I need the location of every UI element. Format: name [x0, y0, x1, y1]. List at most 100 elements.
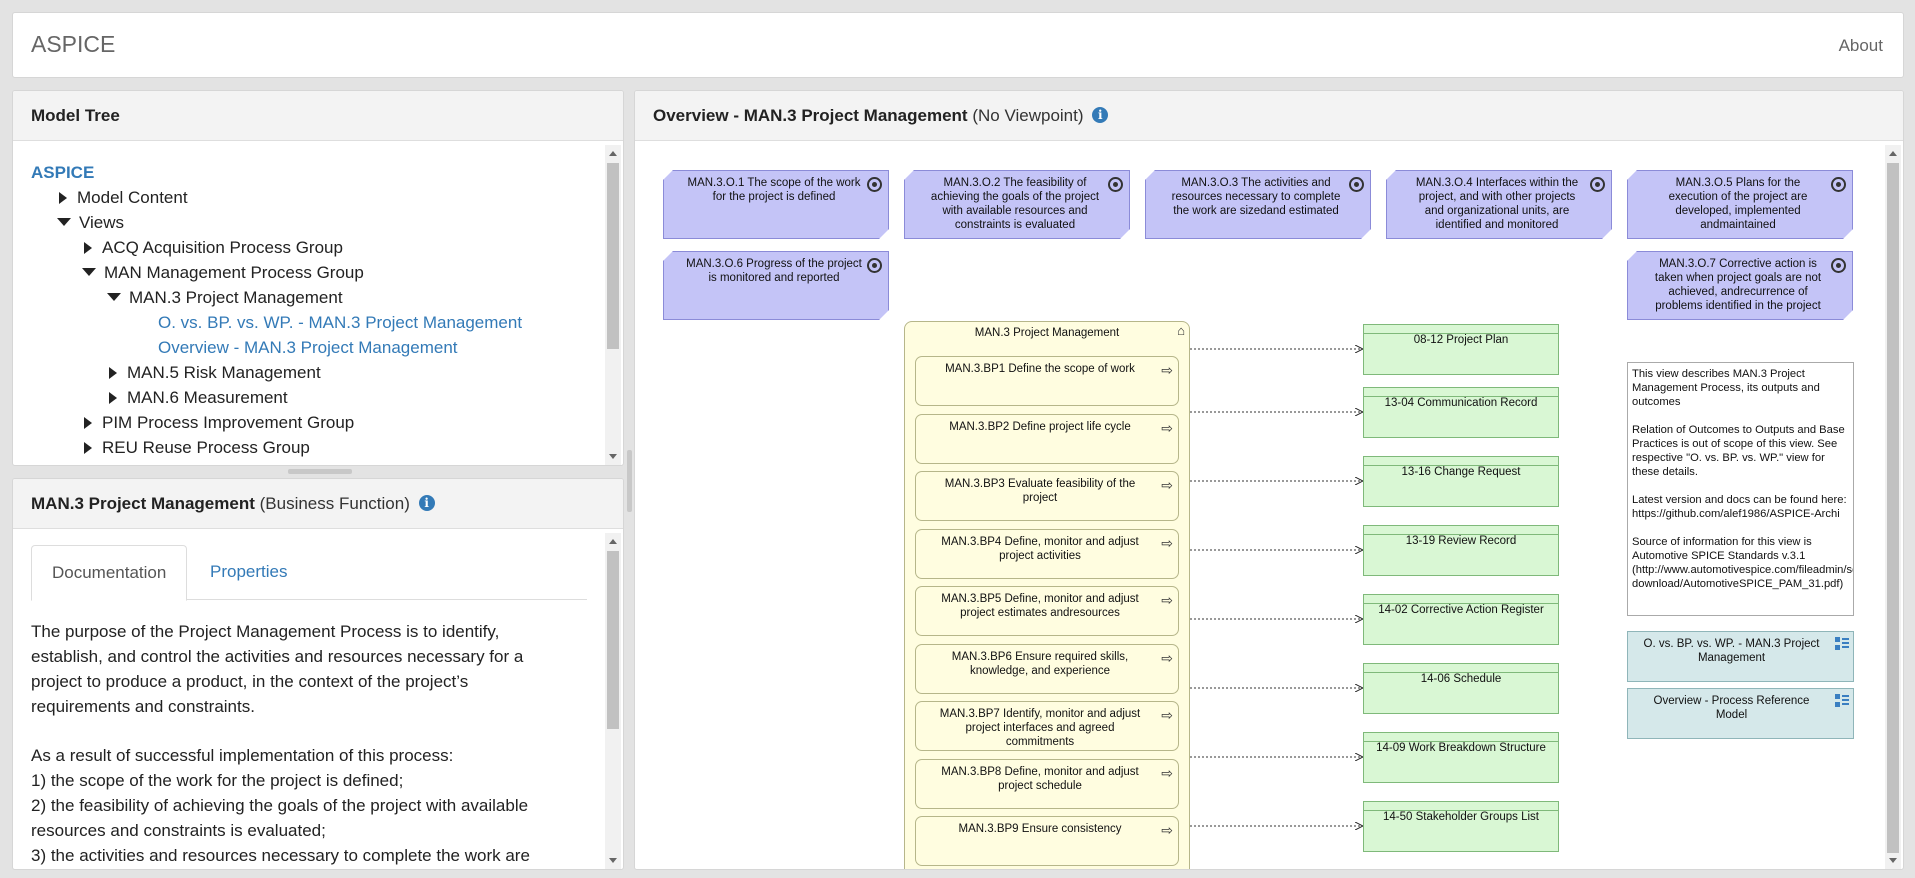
expand-caret-icon[interactable]	[109, 367, 117, 379]
base-practice-box[interactable]: MAN.3.BP5 Define, monitor and adjust pro…	[915, 586, 1179, 636]
tree-item-o-vs-bp-view[interactable]: O. vs. BP. vs. WP. - MAN.3 Project Manag…	[158, 310, 522, 335]
base-practice-box[interactable]: MAN.3.BP1 Define the scope of work ⇨	[915, 356, 1179, 406]
model-tree-scrollbar[interactable]	[605, 145, 621, 465]
process-arrow-icon: ⇨	[1161, 592, 1173, 608]
outcome-label: MAN.3.O.2 The feasibility of achieving t…	[930, 177, 1100, 231]
tree-item-man[interactable]: MAN Management Process Group	[82, 260, 364, 285]
expand-caret-icon[interactable]	[59, 192, 67, 204]
collapse-caret-icon[interactable]	[82, 268, 96, 276]
tree-item-man5[interactable]: MAN.5 Risk Management	[109, 360, 321, 385]
scroll-up-icon[interactable]	[609, 151, 617, 156]
work-product-box[interactable]: 14-06 Schedule	[1363, 663, 1559, 714]
work-product-box[interactable]: 13-16 Change Request	[1363, 456, 1559, 507]
scroll-thumb[interactable]	[607, 551, 619, 729]
base-practice-box[interactable]: MAN.3.BP3 Evaluate feasibility of the pr…	[915, 471, 1179, 521]
column-resize-handle[interactable]	[627, 450, 632, 512]
doc-line: 1) the scope of the work for the project…	[31, 771, 404, 790]
tree-item-label[interactable]: Model Content	[77, 188, 188, 207]
expand-caret-icon[interactable]	[109, 392, 117, 404]
scroll-down-icon[interactable]	[609, 454, 617, 459]
base-practice-label: MAN.3.BP6 Ensure required skills, knowle…	[951, 651, 1129, 677]
tree-item-label[interactable]: MAN Management Process Group	[104, 263, 364, 282]
about-link[interactable]: About	[1839, 36, 1883, 56]
tree-item-overview-view[interactable]: Overview - MAN.3 Project Management	[158, 335, 458, 360]
outcome-box[interactable]: MAN.3.O.7 Corrective action is taken whe…	[1627, 251, 1853, 320]
element-tabs: Documentation Properties	[31, 545, 587, 601]
tree-item-label[interactable]: MAN.3 Project Management	[129, 288, 343, 307]
tree-item-label[interactable]: O. vs. BP. vs. WP. - MAN.3 Project Manag…	[158, 313, 522, 332]
outcome-box[interactable]: MAN.3.O.5 Plans for the execution of the…	[1627, 170, 1853, 239]
tree-item-man3[interactable]: MAN.3 Project Management	[107, 285, 343, 310]
tree-item-pim[interactable]: PIM Process Improvement Group	[84, 410, 354, 435]
outcome-box[interactable]: MAN.3.O.2 The feasibility of achieving t…	[904, 170, 1130, 239]
process-arrow-icon: ⇨	[1161, 420, 1173, 436]
scroll-down-icon[interactable]	[1889, 858, 1897, 863]
scroll-up-icon[interactable]	[609, 539, 617, 544]
tab-documentation[interactable]: Documentation	[31, 545, 188, 601]
tree-item-views[interactable]: Views	[57, 210, 124, 235]
documentation-scrollbar[interactable]	[605, 533, 621, 869]
process-arrow-icon: ⇨	[1161, 477, 1173, 493]
base-practice-box[interactable]: MAN.3.BP8 Define, monitor and adjust pro…	[915, 759, 1179, 809]
diagram-canvas: MAN.3.O.1 The scope of the work for the …	[635, 142, 1885, 869]
outcome-box[interactable]: MAN.3.O.3 The activities and resources n…	[1145, 170, 1371, 239]
expand-caret-icon[interactable]	[84, 417, 92, 429]
outcome-box[interactable]: MAN.3.O.4 Interfaces within the project,…	[1386, 170, 1612, 239]
base-practice-box[interactable]: MAN.3.BP2 Define project life cycle ⇨	[915, 414, 1179, 464]
base-practice-box[interactable]: MAN.3.BP7 Identify, monitor and adjust p…	[915, 701, 1179, 751]
scroll-thumb[interactable]	[1887, 163, 1899, 853]
base-practice-label: MAN.3.BP3 Evaluate feasibility of the pr…	[944, 478, 1136, 504]
tree-item-label[interactable]: REU Reuse Process Group	[102, 438, 310, 457]
tree-item-man6[interactable]: MAN.6 Measurement	[109, 385, 288, 410]
work-product-box[interactable]: 13-19 Review Record	[1363, 525, 1559, 576]
work-product-box[interactable]: 08-12 Project Plan	[1363, 324, 1559, 375]
doc-line: 2) the feasibility of achieving the goal…	[31, 796, 529, 840]
tree-item-label[interactable]: PIM Process Improvement Group	[102, 413, 354, 432]
tree-item-label[interactable]: ACQ Acquisition Process Group	[102, 238, 343, 257]
outcome-box[interactable]: MAN.3.O.6 Progress of the project is mon…	[663, 251, 889, 320]
model-tree-body: ASPICE Model Content Views ACQ Acquisiti…	[13, 142, 607, 465]
collapse-caret-icon[interactable]	[57, 218, 71, 226]
tree-item-reu[interactable]: REU Reuse Process Group	[84, 435, 310, 460]
element-type: (Business Function)	[259, 494, 410, 513]
tree-item-model-content[interactable]: Model Content	[59, 185, 188, 210]
work-product-box[interactable]: 13-04 Communication Record	[1363, 387, 1559, 438]
view-reference-box[interactable]: Overview - Process Reference Model	[1627, 688, 1854, 739]
base-practice-box[interactable]: MAN.3.BP6 Ensure required skills, knowle…	[915, 644, 1179, 694]
expand-caret-icon[interactable]	[84, 242, 92, 254]
info-icon[interactable]: i	[1092, 107, 1109, 123]
tree-item-label[interactable]: Views	[79, 213, 124, 232]
tab-properties[interactable]: Properties	[190, 545, 307, 601]
tree-item-acq[interactable]: ACQ Acquisition Process Group	[84, 235, 343, 260]
model-tree-header: Model Tree	[13, 91, 623, 141]
target-icon	[1590, 177, 1605, 192]
base-practice-label: MAN.3.BP7 Identify, monitor and adjust p…	[939, 708, 1141, 748]
work-product-box[interactable]: 14-50 Stakeholder Groups List	[1363, 801, 1559, 852]
collapse-caret-icon[interactable]	[107, 293, 121, 301]
base-practice-label: MAN.3.BP4 Define, monitor and adjust pro…	[941, 536, 1139, 562]
app-brand[interactable]: ASPICE	[31, 31, 115, 58]
view-reference-box[interactable]: O. vs. BP. vs. WP. - MAN.3 Project Manag…	[1627, 631, 1854, 682]
doc-paragraph: The purpose of the Project Management Pr…	[31, 622, 524, 716]
scroll-down-icon[interactable]	[609, 858, 617, 863]
scroll-up-icon[interactable]	[1889, 151, 1897, 156]
scroll-thumb[interactable]	[607, 163, 619, 349]
work-product-box[interactable]: 14-02 Corrective Action Register	[1363, 594, 1559, 645]
base-practice-box[interactable]: MAN.3.BP4 Define, monitor and adjust pro…	[915, 529, 1179, 579]
documentation-text: The purpose of the Project Management Pr…	[31, 619, 551, 868]
work-product-box[interactable]: 14-09 Work Breakdown Structure	[1363, 732, 1559, 783]
diagram-note: This view describes MAN.3 Project Manage…	[1627, 362, 1854, 616]
outcome-box[interactable]: MAN.3.O.1 The scope of the work for the …	[663, 170, 889, 239]
info-icon[interactable]: i	[418, 495, 435, 511]
panel-resize-handle[interactable]	[288, 469, 352, 474]
diagram-scrollbar[interactable]	[1885, 145, 1901, 869]
tree-item-label[interactable]: ASPICE	[31, 163, 94, 182]
base-practice-box[interactable]: MAN.3.BP9 Ensure consistency ⇨	[915, 816, 1179, 866]
tree-item-aspice[interactable]: ASPICE	[31, 160, 94, 185]
target-icon	[867, 258, 882, 273]
tree-item-label[interactable]: Overview - MAN.3 Project Management	[158, 338, 458, 357]
work-product-label: 08-12 Project Plan	[1413, 334, 1509, 346]
tree-item-label[interactable]: MAN.6 Measurement	[127, 388, 288, 407]
expand-caret-icon[interactable]	[84, 442, 92, 454]
tree-item-label[interactable]: MAN.5 Risk Management	[127, 363, 321, 382]
